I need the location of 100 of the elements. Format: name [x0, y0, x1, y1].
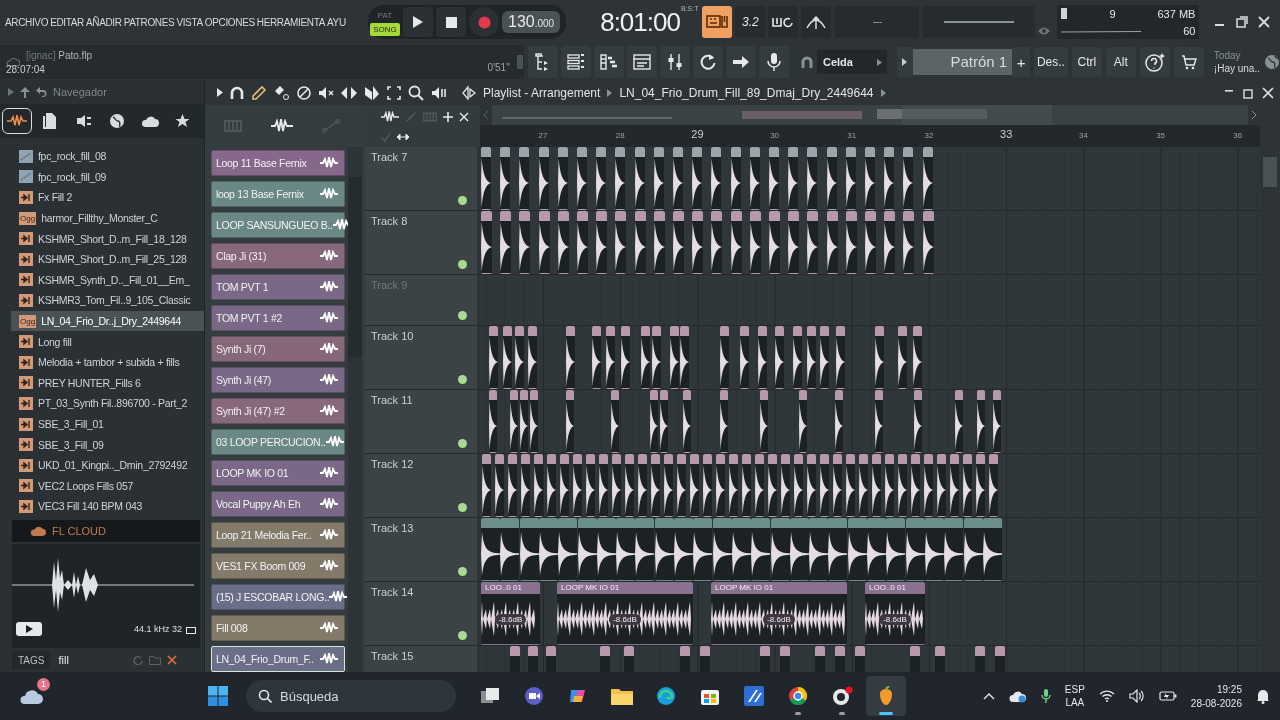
clip-source-item[interactable]: Loop 21 Melodia Fer..: [211, 522, 345, 548]
typing-keyboard-button[interactable]: 3.2: [735, 6, 766, 38]
browser-item[interactable]: KSHMR_Short_D..m_Fill_25_128: [14, 248, 204, 270]
browser-item[interactable]: Ogg harmor_Fillthy_Monster_C: [14, 207, 204, 229]
project-duration: 0'51'': [487, 61, 510, 73]
clip-source-item[interactable]: Clap Ji (31): [211, 243, 345, 269]
track-name: Track 12: [371, 458, 414, 470]
toolbar-button[interactable]: Alt: [1105, 47, 1136, 77]
clip-source-name: Synth Ji (7): [216, 343, 266, 355]
snap-dropdown[interactable]: Celda: [817, 50, 887, 74]
browser-item[interactable]: KSHMR3_Tom_Fil..9_105_Classic: [14, 290, 204, 311]
file-name: VEC3 Fill 140 BPM 043: [38, 500, 142, 513]
browser-item[interactable]: KSHMR_Short_D..m_Fill_18_128: [14, 228, 204, 249]
language-indicator[interactable]: ESP LAA: [1064, 684, 1085, 708]
add-pattern-button[interactable]: +: [1012, 47, 1030, 77]
clock-time: 19:25: [1216, 683, 1242, 695]
clip-source-item[interactable]: Synth Ji (47): [211, 367, 345, 393]
track-header[interactable]: Track 8: [365, 211, 480, 274]
menu-item[interactable]: EDITAR: [50, 16, 84, 28]
browser-item[interactable]: UKD_01_Kingpi.._Dmin_2792492: [14, 454, 204, 476]
file-name: KSHMR_Short_D..m_Fill_25_128: [38, 253, 187, 266]
clip-label: LOO..0 01: [868, 582, 907, 594]
clip-source-item[interactable]: Fill 008: [211, 615, 345, 641]
browser-item[interactable]: fpc_rock_fill_08: [14, 146, 204, 167]
news-text[interactable]: ¡Hay una..: [1213, 63, 1260, 74]
polyphony-reading: 60: [1183, 24, 1196, 37]
browser-item[interactable]: Ogg LN_04_Frio_Dr..j_Dry_2449644: [11, 310, 204, 332]
bar-number: 29: [691, 128, 704, 140]
mode-toggle[interactable]: SONG: [370, 22, 400, 36]
time-ruler[interactable]: 27 28 29 30 31 32 33 34 35 36: [480, 125, 1260, 147]
clip-source-item[interactable]: VES1 FX Boom 009: [211, 553, 345, 579]
menu-item[interactable]: HERRAMIENTA: [256, 16, 325, 28]
file-name: KSHMR_Synth_D.._Fill_01__Em_: [38, 273, 190, 286]
keyboard-layout: LAA: [1065, 697, 1085, 708]
track-header[interactable]: Track 14: [365, 582, 480, 645]
clip-source-item[interactable]: TOM PVT 1: [211, 274, 345, 300]
browser-item[interactable]: VEC3 Fill 140 BPM 043: [14, 496, 204, 517]
browser-item[interactable]: Fx Fill 2: [14, 187, 204, 208]
clip-source-name[interactable]: LN_04_Frio_Drum_Fill_89_Dmaj_Dry_2449644: [619, 85, 874, 100]
pattern-selector[interactable]: Patrón 1: [912, 49, 1013, 75]
menu-item[interactable]: ARCHIVO: [5, 16, 49, 28]
browser-item[interactable]: fpc_rock_fill_09: [14, 166, 204, 188]
gain-label: -8.6dB: [609, 613, 641, 625]
menu-item[interactable]: VISTA: [176, 16, 203, 28]
track-lane[interactable]: LOO..0 01 -8.6dB LOOP MK IO 01 -8.6dB LOOP MK IO 01 -8.6dB LOO..0 01 -8.6dB: [480, 582, 1260, 645]
tempo-field[interactable]: 130.000: [502, 11, 561, 33]
file-name: KSHMR3_Tom_Fil..9_105_Classic: [38, 294, 191, 307]
clip-source-item[interactable]: loop 13 Base Fernix: [211, 181, 345, 207]
toolbar-button[interactable]: Des..: [1034, 47, 1068, 77]
clip-source-item[interactable]: Loop 11 Base Fernix: [211, 150, 345, 176]
toolbar-button[interactable]: Ctrl: [1071, 47, 1102, 77]
gain-label: -8.6dB: [763, 613, 795, 625]
file-name: fpc_rock_fill_08: [38, 150, 107, 163]
browser-item[interactable]: PT_03_Synth Fil..896700 - Part_2: [14, 393, 204, 414]
search-field[interactable]: Búsqueda: [246, 680, 456, 712]
mode-toggle[interactable]: PAT: [370, 8, 400, 22]
track-name: Track 8: [371, 215, 408, 227]
clip-source-item[interactable]: Synth Ji (7): [211, 336, 345, 362]
menu-item[interactable]: PATRONES: [123, 16, 175, 28]
tags-field[interactable]: fill: [56, 652, 127, 668]
track-header[interactable]: Track 10: [365, 326, 480, 389]
track-header[interactable]: Track 7: [365, 147, 480, 210]
clip-source-item[interactable]: LOOP MK IO 01: [211, 460, 345, 486]
cloud-section[interactable]: FL CLOUD: [12, 520, 200, 542]
menu-item[interactable]: AYU: [327, 16, 346, 28]
browser-item[interactable]: PREY HUNTER_Fills 6: [14, 372, 204, 394]
clip-source-item[interactable]: (15) J ESCOBAR LONG..: [211, 584, 345, 610]
track-header[interactable]: Track 12: [365, 454, 480, 517]
file-name: Melodia + tambor + subida + fills: [38, 356, 180, 369]
track-header[interactable]: Track 15: [365, 646, 480, 672]
menu-item[interactable]: AÑADIR: [85, 16, 122, 28]
browser-item[interactable]: VEC2 Loops Fills 057: [14, 475, 204, 497]
clip-source-item[interactable]: Vocal Puppy Ah Eh: [211, 491, 345, 517]
browser-item[interactable]: Melodia + tambor + subida + fills: [14, 351, 204, 373]
bar-number: 27: [538, 131, 548, 140]
file-name: PT_03_Synth Fil..896700 - Part_2: [38, 397, 188, 410]
clip-source-item[interactable]: LOOP SANSUNGUEO B..: [211, 212, 345, 238]
clip-source-item[interactable]: LN_04_Frio_Drum_F..: [211, 646, 345, 672]
clip-source-item[interactable]: Synth Ji (47) #2: [211, 398, 345, 424]
clip-source-name: Clap Ji (31): [216, 250, 267, 262]
browser-item[interactable]: SBE_3_Fill_09: [14, 434, 204, 455]
clip-source-name: 03 LOOP PERCUCION..: [216, 436, 326, 448]
browser-item[interactable]: KSHMR_Synth_D.._Fill_01__Em_: [14, 269, 204, 291]
clip-source-item[interactable]: TOM PVT 1 #2: [211, 305, 345, 331]
audio-clip[interactable]: LOO..0 01 -8.6dB: [865, 582, 925, 645]
browser-item[interactable]: Long fill: [14, 331, 204, 352]
track-header[interactable]: Track 11: [365, 390, 480, 453]
clip-source-item[interactable]: 03 LOOP PERCUCION..: [211, 429, 345, 455]
clip-source-name: VES1 FX Boom 009: [216, 560, 306, 572]
track-header[interactable]: Track 13: [365, 518, 480, 581]
audio-clip[interactable]: LOOP MK IO 01 -8.6dB: [557, 582, 693, 645]
clock[interactable]: 19:25 28-08-2026: [1190, 683, 1242, 709]
menu-item[interactable]: OPCIONES: [204, 16, 255, 28]
bar-number: 28: [615, 131, 625, 140]
browser-item[interactable]: SBE_3_Fill_01: [14, 413, 204, 435]
audio-clip[interactable]: LOOP MK IO 01 -8.6dB: [711, 582, 847, 645]
track-name: Track 10: [371, 330, 414, 342]
track-name: Track 7: [371, 151, 408, 163]
audio-clip[interactable]: LOO..0 01 -8.6dB: [481, 582, 540, 645]
file-type-badge: Ogg: [19, 314, 37, 328]
